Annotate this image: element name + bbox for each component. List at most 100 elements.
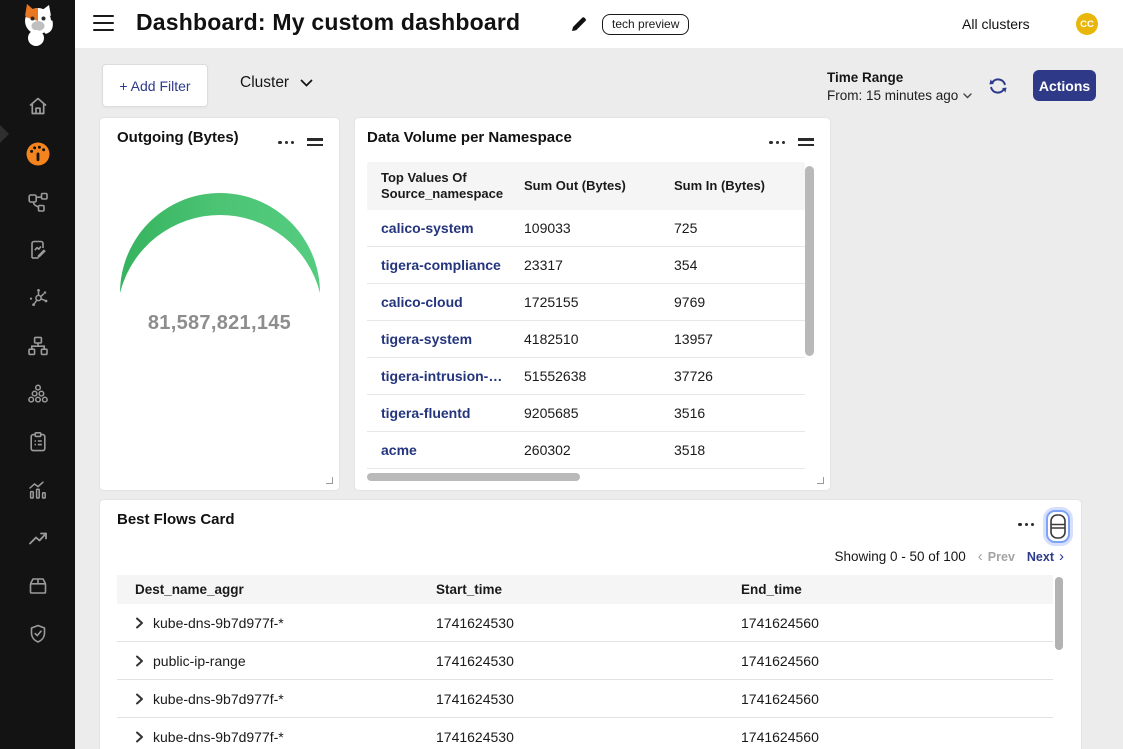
table-row: tigera-compliance 23317 354 xyxy=(367,247,805,284)
data-volume-card: Data Volume per Namespace Top Values Of … xyxy=(355,118,830,490)
vertical-scrollbar xyxy=(805,164,814,464)
expand-row-chevron-icon[interactable] xyxy=(135,655,144,667)
table-row: calico-system 109033 725 xyxy=(367,210,805,247)
chevron-down-icon xyxy=(963,93,972,99)
actions-button[interactable]: Actions xyxy=(1033,70,1096,101)
time-range-value[interactable]: From: 15 minutes ago xyxy=(827,88,972,103)
calico-logo[interactable] xyxy=(0,0,75,48)
namespace-link[interactable]: tigera-compliance xyxy=(381,257,501,273)
namespace-link[interactable]: tigera-fluentd xyxy=(381,405,470,421)
table-row: calico-cloud 1725155 9769 xyxy=(367,284,805,321)
chevron-right-icon: › xyxy=(1059,549,1064,564)
prev-button[interactable]: ‹Prev xyxy=(978,549,1015,564)
namespace-link[interactable]: tigera-system xyxy=(381,331,472,347)
card-drag-handle-icon[interactable] xyxy=(307,133,323,152)
add-filter-button[interactable]: + Add Filter xyxy=(102,64,208,107)
tech-preview-badge: tech preview xyxy=(602,14,689,35)
home-icon xyxy=(26,94,50,118)
table-row: kube-dns-9b7d977f-* 1741624530 174162456… xyxy=(117,718,1053,749)
packages-icon xyxy=(26,574,50,598)
sidebar-nav xyxy=(0,48,75,749)
table-row: tigera-fluentd 9205685 3516 xyxy=(367,395,805,432)
reports-icon xyxy=(26,238,50,262)
refresh-icon[interactable] xyxy=(987,75,1009,97)
column-header: Sum Out (Bytes) xyxy=(510,162,660,210)
gauge-arc xyxy=(100,173,340,298)
table-row: tigera-system 4182510 13957 xyxy=(367,321,805,358)
card-drag-handle-icon[interactable] xyxy=(798,133,814,152)
edit-pencil-icon[interactable] xyxy=(569,14,589,34)
namespace-link[interactable]: tigera-intrusion-d… xyxy=(381,368,507,384)
sidebar-item-dashboard[interactable] xyxy=(0,130,75,178)
expand-row-chevron-icon[interactable] xyxy=(135,731,144,743)
sidebar-fold-marker xyxy=(0,125,9,143)
gauge-value: 81,587,821,145 xyxy=(100,312,339,335)
showing-count: Showing 0 - 50 of 100 xyxy=(834,549,965,564)
compliance-icon xyxy=(26,430,50,454)
scrollbar-thumb[interactable] xyxy=(1055,577,1063,650)
chevron-down-icon xyxy=(300,79,313,87)
time-range-label: Time Range xyxy=(827,70,972,85)
sidebar-item-security[interactable] xyxy=(0,610,75,658)
security-shield-icon xyxy=(26,622,50,646)
calico-cat-logo-icon xyxy=(19,2,57,46)
next-button[interactable]: Next› xyxy=(1027,549,1064,564)
cluster-icon xyxy=(26,382,50,406)
scrollbar-thumb[interactable] xyxy=(805,166,814,356)
column-header: Top Values Of Source_namespace xyxy=(367,162,510,210)
card-title: Outgoing (Bytes) xyxy=(117,129,239,146)
user-avatar[interactable]: CC xyxy=(1076,13,1098,35)
sidebar-item-sitemap[interactable] xyxy=(0,322,75,370)
sidebar-item-service-graph[interactable] xyxy=(0,178,75,226)
namespace-link[interactable]: calico-cloud xyxy=(381,294,463,310)
expand-row-chevron-icon[interactable] xyxy=(135,617,144,629)
card-menu-icon[interactable] xyxy=(769,138,785,147)
namespace-table: Top Values Of Source_namespace Sum Out (… xyxy=(367,162,805,469)
card-resize-handle[interactable] xyxy=(326,477,333,484)
hamburger-menu-icon[interactable] xyxy=(93,15,114,32)
scrollbar-thumb[interactable] xyxy=(367,473,580,481)
horizontal-scrollbar xyxy=(367,473,805,481)
table-row: tigera-intrusion-d… 51552638 37726 xyxy=(367,358,805,395)
card-menu-icon[interactable] xyxy=(278,138,294,147)
dashboard-icon xyxy=(25,141,51,167)
cluster-dropdown-label: Cluster xyxy=(240,74,289,92)
column-header: Sum In (Bytes) xyxy=(660,162,805,210)
sidebar-item-cluster[interactable] xyxy=(0,370,75,418)
sidebar-item-reports[interactable] xyxy=(0,226,75,274)
sidebar-item-packages[interactable] xyxy=(0,562,75,610)
sidebar-item-analytics[interactable] xyxy=(0,466,75,514)
flows-table-header: Dest_name_aggr Start_time End_time xyxy=(117,575,1053,604)
trending-icon xyxy=(26,526,50,550)
table-row: kube-dns-9b7d977f-* 1741624530 174162456… xyxy=(117,680,1053,718)
card-drag-handle-focused[interactable] xyxy=(1046,510,1070,543)
namespace-table-header: Top Values Of Source_namespace Sum Out (… xyxy=(367,162,805,210)
service-graph-icon xyxy=(26,190,50,214)
column-header: Dest_name_aggr xyxy=(117,575,418,604)
namespace-link[interactable]: acme xyxy=(381,442,417,458)
flows-table: Dest_name_aggr Start_time End_time kube-… xyxy=(117,575,1053,749)
page-title: Dashboard: My custom dashboard xyxy=(136,9,520,36)
cluster-dropdown[interactable]: Cluster xyxy=(240,74,313,92)
sidebar-item-compliance[interactable] xyxy=(0,418,75,466)
vertical-scrollbar xyxy=(1055,577,1063,747)
chevron-left-icon: ‹ xyxy=(978,549,983,564)
card-title: Best Flows Card xyxy=(117,511,235,528)
card-menu-icon[interactable] xyxy=(1018,520,1034,529)
column-header: Start_time xyxy=(418,575,723,604)
sidebar-item-network-graph[interactable] xyxy=(0,274,75,322)
expand-row-chevron-icon[interactable] xyxy=(135,693,144,705)
network-graph-icon xyxy=(26,286,50,310)
drag-handle-icon xyxy=(1050,514,1066,539)
sidebar-item-home[interactable] xyxy=(0,82,75,130)
table-row: kube-dns-9b7d977f-* 1741624530 174162456… xyxy=(117,604,1053,642)
card-resize-handle[interactable] xyxy=(817,477,824,484)
sidebar-item-trending[interactable] xyxy=(0,514,75,562)
best-flows-card: Best Flows Card Showing 0 - 50 of 100 ‹P… xyxy=(100,500,1081,749)
namespace-link[interactable]: calico-system xyxy=(381,220,474,236)
all-clusters-selector[interactable]: All clusters xyxy=(962,16,1030,32)
analytics-icon xyxy=(26,478,50,502)
pagination: Showing 0 - 50 of 100 ‹Prev Next› xyxy=(834,549,1064,564)
column-header: End_time xyxy=(723,575,1053,604)
outgoing-bytes-card: Outgoing (Bytes) 81,587,821,145 xyxy=(100,118,339,490)
